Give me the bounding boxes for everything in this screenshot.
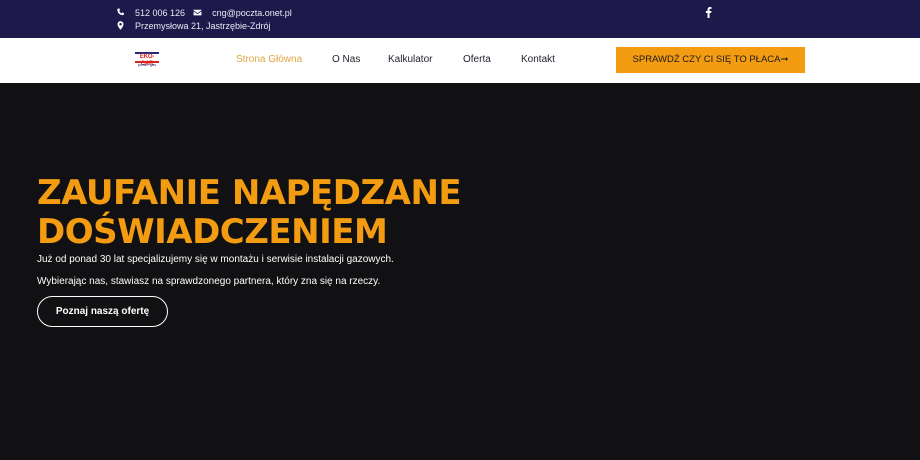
map-pin-icon: [115, 21, 125, 31]
hero-section: ZAUFANIE NAPĘDZANE DOŚWIADCZENIEM Już od…: [0, 83, 920, 460]
phone-number[interactable]: 512 006 126: [135, 8, 185, 18]
nav-item-about[interactable]: O Nas: [332, 53, 360, 67]
address-text: Przemysłowa 21, Jastrzębie-Zdrój: [135, 20, 271, 31]
site-header: EKO-CAR power gas Strona Główna O Nas Ka…: [0, 38, 920, 83]
hero-title: ZAUFANIE NAPĘDZANE DOŚWIADCZENIEM: [37, 174, 497, 252]
nav-item-home[interactable]: Strona Główna: [236, 53, 302, 67]
email-link[interactable]: cng@poczta.onet.pl: [212, 8, 292, 18]
facebook-icon[interactable]: [703, 6, 713, 18]
logo-wordmark: EKO-CAR: [139, 54, 155, 67]
phone-icon: [115, 8, 125, 18]
hero-title-line-2: DOŚWIADCZENIEM: [37, 212, 388, 252]
nav-item-calculator[interactable]: Kalkulator: [388, 53, 432, 67]
hero-paragraph-experience: Już od ponad 30 lat specjalizujemy się w…: [37, 254, 394, 265]
envelope-icon: [192, 8, 202, 18]
top-info-bar: 512 006 126 cng@poczta.onet.pl Przemysło…: [0, 0, 920, 38]
contact-row: 512 006 126 cng@poczta.onet.pl: [115, 6, 292, 19]
nav-item-contact[interactable]: Kontakt: [521, 53, 555, 67]
logo-tagline: power gas: [137, 62, 157, 67]
hero-paragraph-partner: Wybierając nas, stawiasz na sprawdzonego…: [37, 276, 381, 287]
brand-logo[interactable]: EKO-CAR power gas: [134, 52, 160, 68]
nav-item-offer[interactable]: Oferta: [463, 53, 491, 67]
hero-title-line-1: ZAUFANIE NAPĘDZANE: [37, 173, 462, 213]
check-savings-button[interactable]: SPRAWDŹ CZY CI SIĘ TO PŁACA➞: [616, 47, 805, 73]
view-offer-button[interactable]: Poznaj naszą ofertę: [37, 296, 168, 327]
address-row: Przemysłowa 21, Jastrzębie-Zdrój: [115, 19, 271, 32]
